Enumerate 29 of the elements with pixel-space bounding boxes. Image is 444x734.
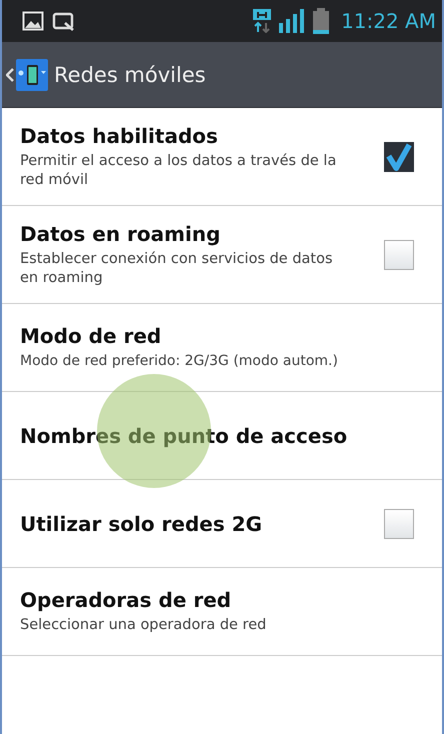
item-title: Datos habilitados	[20, 124, 219, 148]
settings-item[interactable]: Datos habilitados Permitir el acceso a los datos a través de la red móvil	[2, 108, 442, 206]
settings-item[interactable]: Modo de red Modo de red preferido: 2G/3G (modo autom.)	[2, 304, 442, 392]
back-icon	[6, 68, 14, 82]
item-summary: Permitir el acceso a los datos a través de la red móvil	[20, 152, 338, 190]
settings-item[interactable]: Datos en roaming Establecer conexión con servicios de datos en roaming	[2, 206, 442, 304]
phone-icon	[16, 58, 48, 90]
item-title: Nombres de punto de acceso	[20, 424, 348, 448]
checkbox[interactable]	[384, 240, 414, 270]
item-summary: Establecer conexión con servicios de datos en roaming	[20, 250, 334, 288]
checkbox[interactable]	[384, 508, 414, 538]
notification-icon	[52, 11, 76, 31]
battery-icon	[313, 8, 330, 34]
status-time: 11:22 AM	[341, 9, 436, 33]
item-summary: Modo de red preferido: 2G/3G (modo autom.)	[20, 352, 339, 371]
item-summary: Seleccionar una operadora de red	[20, 616, 268, 635]
item-title: Utilizar solo redes 2G	[20, 512, 264, 536]
settings-item[interactable]: Operadoras de red Seleccionar una operadora de red	[2, 568, 442, 656]
signal-icon	[279, 9, 306, 33]
screen-title: Redes móviles	[54, 62, 206, 86]
checkmark-icon	[385, 142, 413, 170]
item-title: Modo de red	[20, 324, 162, 348]
item-title: Datos en roaming	[20, 222, 222, 246]
picture-icon	[22, 11, 44, 31]
settings-item[interactable]: Nombres de punto de acceso	[2, 392, 442, 480]
data-transfer-icon	[253, 9, 272, 33]
checkbox[interactable]	[384, 142, 414, 172]
settings-item[interactable]: Utilizar solo redes 2G	[2, 480, 442, 568]
item-title: Operadoras de red	[20, 588, 232, 612]
